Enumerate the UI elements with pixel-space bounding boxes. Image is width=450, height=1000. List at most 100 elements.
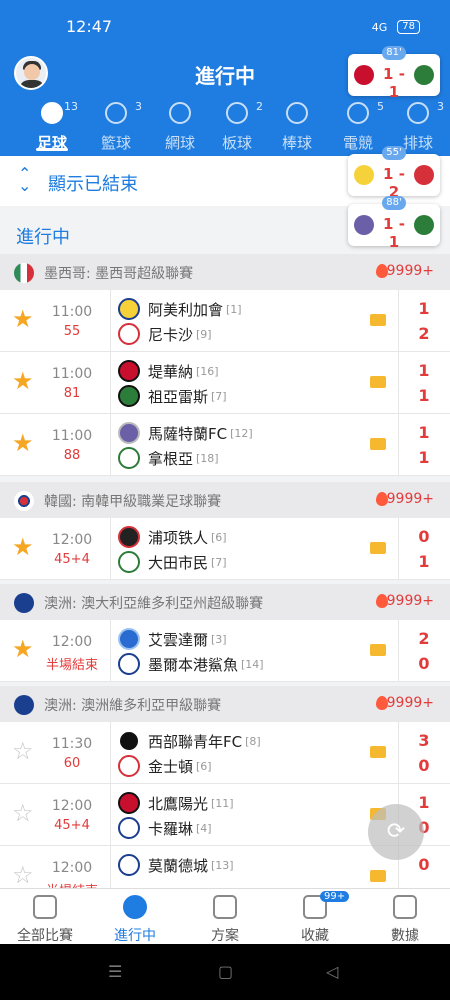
team-logo-icon — [118, 551, 140, 573]
away-team: 尼卡沙 [9] — [118, 321, 212, 347]
team-logo-icon — [118, 817, 140, 839]
favorite-star-outline-icon[interactable]: ☆ — [12, 860, 34, 890]
menu-icon[interactable]: ☰ — [108, 962, 122, 981]
nav-all-matches[interactable]: 全部比賽 — [0, 889, 90, 945]
live-score-popup[interactable]: 81' 1 - 1 — [348, 46, 440, 101]
australia-flag-icon — [14, 593, 34, 613]
favorite-star-icon[interactable]: ★ — [12, 532, 34, 562]
league-header[interactable]: 澳洲: 澳洲維多利亞甲級聯賽 9999+ — [0, 686, 450, 722]
home-team: 莫蘭德城 [13] — [118, 852, 234, 878]
trophy-icon — [33, 895, 57, 919]
system-nav-bar: ☰ ▢ ◁ — [0, 944, 450, 1000]
away-team: 大田市民 [7] — [118, 549, 227, 575]
tab-basketball[interactable]: 3 籃球 — [84, 100, 148, 153]
live-score-popup[interactable]: 55' 1 - 2 — [348, 146, 440, 201]
document-icon — [213, 895, 237, 919]
team-logo-icon — [118, 323, 140, 345]
signal-icon: 4G — [371, 20, 388, 34]
tab-cricket[interactable]: 2 板球 — [205, 100, 269, 153]
team-logo-icon — [118, 628, 140, 650]
team-logo-icon — [354, 215, 374, 235]
team-logo-icon — [118, 385, 140, 407]
team-logo-icon — [118, 422, 140, 444]
sport-tabs: 13 足球 3 籃球 網球 2 板球 棒球 5 電競 3 排球 — [0, 100, 450, 156]
basketball-icon — [105, 102, 127, 124]
volleyball-icon — [407, 102, 429, 124]
team-logo-icon — [118, 360, 140, 382]
favorite-star-outline-icon[interactable]: ☆ — [12, 736, 34, 766]
home-team: 北鷹陽光 [11] — [118, 790, 234, 816]
team-logo-icon — [118, 653, 140, 675]
match-row[interactable]: ★ 12:00 45+4 浦项铁人 [6] 大田市民 [7] 0 1 — [0, 518, 450, 580]
team-logo-icon — [118, 526, 140, 548]
team-logo-icon — [118, 730, 140, 752]
live-video-icon[interactable] — [370, 438, 386, 450]
tab-baseball[interactable]: 棒球 — [265, 100, 329, 153]
team-logo-icon — [118, 298, 140, 320]
favorite-star-outline-icon[interactable]: ☆ — [12, 798, 34, 828]
live-video-icon[interactable] — [370, 376, 386, 388]
nav-data[interactable]: 數據 — [360, 889, 450, 945]
favorite-star-icon[interactable]: ★ — [12, 366, 34, 396]
nav-live[interactable]: 進行中 — [90, 889, 180, 945]
live-video-icon[interactable] — [370, 644, 386, 656]
home-team: 阿美利加會 [1] — [118, 296, 242, 322]
home-team: 堤華納 [16] — [118, 358, 219, 384]
live-video-icon[interactable] — [370, 870, 386, 882]
league-header[interactable]: 韓國: 南韓甲級職業足球聯賽 9999+ — [0, 482, 450, 518]
home-team: 馬薩特蘭FC [12] — [118, 420, 253, 446]
home-team: 浦项铁人 [6] — [118, 524, 227, 550]
status-bar: 12:47 4G 78 — [0, 0, 450, 46]
away-team: 祖亞雷斯 [7] — [118, 383, 227, 409]
nav-favorites[interactable]: 99+ 收藏 — [270, 889, 360, 945]
team-logo-icon — [118, 755, 140, 777]
match-row[interactable]: ☆ 11:30 60 西部聯青年FC [8] 金士頓 [6] 3 0 — [0, 722, 450, 784]
nav-plans[interactable]: 方案 — [180, 889, 270, 945]
match-row[interactable]: ★ 11:00 55 阿美利加會 [1] 尼卡沙 [9] 1 2 — [0, 290, 450, 352]
korea-flag-icon — [14, 491, 34, 511]
baseball-icon — [286, 102, 308, 124]
team-logo-icon — [354, 65, 374, 85]
home-team: 西部聯青年FC [8] — [118, 728, 261, 754]
league-header[interactable]: 澳洲: 澳大利亞維多利亞州超級聯賽 9999+ — [0, 584, 450, 620]
gamepad-icon — [347, 102, 369, 124]
favorite-star-icon[interactable]: ★ — [12, 304, 34, 334]
away-team: 金士頓 [6] — [118, 753, 212, 779]
favorite-star-icon[interactable]: ★ — [12, 634, 34, 664]
live-video-icon[interactable] — [370, 746, 386, 758]
cricket-icon — [226, 102, 248, 124]
team-logo-icon — [354, 165, 374, 185]
league-header[interactable]: 墨西哥: 墨西哥超級聯賽 9999+ — [0, 254, 450, 290]
tab-esports[interactable]: 5 電競 — [326, 100, 390, 153]
away-team: 拿根亞 [18] — [118, 445, 219, 471]
live-video-icon[interactable] — [370, 314, 386, 326]
away-team: 卡羅琳 [4] — [118, 815, 212, 841]
live-score-popup[interactable]: 88' 1 - 1 — [348, 196, 440, 251]
team-logo-icon — [118, 792, 140, 814]
home-icon[interactable]: ▢ — [218, 962, 233, 981]
favorite-star-icon[interactable]: ★ — [12, 428, 34, 458]
football-icon — [41, 102, 63, 124]
clock: 12:47 — [66, 17, 113, 36]
play-icon — [123, 895, 147, 919]
mexico-flag-icon — [14, 263, 34, 283]
australia-flag-icon — [14, 695, 34, 715]
tab-football[interactable]: 13 足球 — [20, 100, 84, 153]
team-logo-icon — [414, 165, 434, 185]
status-icons: 4G 78 — [372, 20, 420, 34]
tennis-icon — [169, 102, 191, 124]
bottom-nav: 全部比賽 進行中 方案 99+ 收藏 數據 — [0, 888, 450, 944]
home-team: 艾雲達爾 [3] — [118, 626, 227, 652]
bar-chart-icon — [393, 895, 417, 919]
team-logo-icon — [118, 447, 140, 469]
team-logo-icon — [414, 65, 434, 85]
match-row[interactable]: ★ 11:00 81 堤華納 [16] 祖亞雷斯 [7] 1 1 — [0, 352, 450, 414]
tab-tennis[interactable]: 網球 — [148, 100, 212, 153]
live-video-icon[interactable] — [370, 542, 386, 554]
back-icon[interactable]: ◁ — [326, 962, 338, 981]
team-logo-icon — [414, 215, 434, 235]
match-row[interactable]: ★ 11:00 88 馬薩特蘭FC [12] 拿根亞 [18] 1 1 — [0, 414, 450, 476]
match-row[interactable]: ★ 12:00 半場結束 艾雲達爾 [3] 墨爾本港鯊魚 [14] 2 0 — [0, 620, 450, 682]
floating-action-icon[interactable]: ⟳ — [368, 804, 424, 860]
expand-chevron-icon: ⌃ ⌄ — [18, 164, 32, 195]
